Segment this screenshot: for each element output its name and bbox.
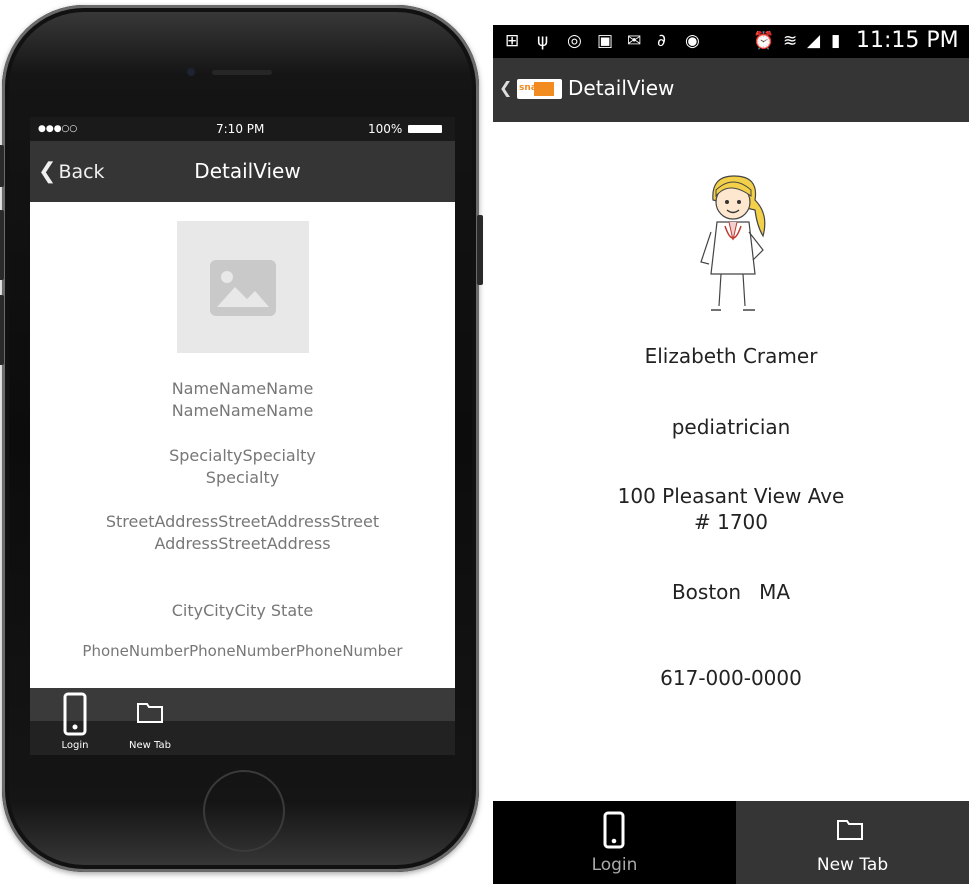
tab-login[interactable]: Login xyxy=(493,801,736,884)
doctor-name: Elizabeth Cramer xyxy=(644,344,818,368)
phone-icon xyxy=(603,811,625,849)
android-action-bar: ❮ snapp DetailView xyxy=(493,58,969,122)
doctor-phone: 617-000-0000 xyxy=(660,666,802,690)
city-state-text: CityCityCity State xyxy=(171,601,314,620)
tab-bar-stripe xyxy=(30,688,455,721)
ios-nav-bar: ❮ Back DetailView xyxy=(30,141,455,202)
logo-text: snapp xyxy=(519,83,550,93)
doctor-avatar xyxy=(700,175,766,311)
wifi-icon: ≋ xyxy=(783,31,798,51)
folder-icon xyxy=(137,703,163,723)
ios-screen: ●●●○○ 7:10 PM 100% ❮ Back DetailView Name… xyxy=(30,117,455,755)
tab-new-tab-label: New Tab xyxy=(816,855,889,875)
phone-icon xyxy=(63,692,87,736)
volume-down-button xyxy=(0,295,4,365)
sync-icon: ◉ xyxy=(685,31,700,51)
city-state-row: Boston MA xyxy=(493,579,969,605)
app-logo[interactable]: snapp xyxy=(517,79,562,99)
android-status-bar: ⊞ ψ ◎ ▣ ✉ ∂ ◉ ⏰ ≋ ◢ ▮ 11:15 PM xyxy=(493,25,969,58)
battery-percent: 100% xyxy=(368,122,403,136)
specialty-text: SpecialtySpecialty Specialty xyxy=(169,446,316,487)
tab-login-label: Login xyxy=(591,855,638,875)
name-text: NameNameName NameNameName xyxy=(171,379,314,420)
nav-title: DetailView xyxy=(194,159,301,183)
mute-switch xyxy=(0,145,4,187)
power-button xyxy=(477,215,483,285)
front-camera xyxy=(187,68,195,76)
signal-strength: ●●●○○ xyxy=(38,124,78,134)
battery-icon xyxy=(408,125,442,133)
usb-icon: ψ xyxy=(537,31,549,51)
action-bar-title: DetailView xyxy=(568,76,675,100)
state-text: MA xyxy=(759,580,791,604)
address-text: StreetAddressStreetAddressStreetAddressS… xyxy=(105,512,380,553)
message-icon: ✉ xyxy=(627,31,642,51)
image-placeholder xyxy=(177,221,309,353)
ios-tab-bar: Login New Tab xyxy=(30,688,455,755)
city-text: Boston xyxy=(671,580,742,604)
signal-icon: ◢ xyxy=(807,31,821,51)
android-screen: ⊞ ψ ◎ ▣ ✉ ∂ ◉ ⏰ ≋ ◢ ▮ 11:15 PM ❮ snapp D… xyxy=(493,25,969,884)
doctor-specialty: pediatrician xyxy=(671,415,791,439)
address-line-1: 100 Pleasant View Ave xyxy=(617,484,845,508)
image-icon xyxy=(210,260,276,316)
gallery-icon: ▣ xyxy=(597,31,614,51)
up-chevron-icon[interactable]: ❮ xyxy=(499,78,512,97)
earpiece-speaker xyxy=(212,70,272,75)
camera-icon: ◎ xyxy=(567,31,582,51)
address-line-2: # 1700 xyxy=(693,510,768,534)
status-time: 11:15 PM xyxy=(856,28,959,53)
tab-new-tab-label: New Tab xyxy=(129,740,171,751)
tab-new-tab[interactable]: New Tab xyxy=(736,801,969,884)
home-button[interactable] xyxy=(203,770,285,852)
phone-text: PhoneNumberPhoneNumberPhoneNumber xyxy=(82,642,403,660)
status-time: 7:10 PM xyxy=(216,122,265,136)
volume-up-button xyxy=(0,210,4,280)
tab-login-label: Login xyxy=(61,740,89,751)
battery-icon: ▮ xyxy=(831,31,841,51)
ios-status-bar: ●●●○○ 7:10 PM 100% xyxy=(30,117,455,141)
iphone-mockup: ●●●○○ 7:10 PM 100% ❮ Back DetailView Name… xyxy=(0,5,483,872)
tools-icon: ∂ xyxy=(657,31,666,51)
alarm-icon: ⏰ xyxy=(753,31,775,51)
android-tab-bar: Login New Tab xyxy=(493,801,969,884)
add-notification-icon: ⊞ xyxy=(505,31,520,51)
folder-icon xyxy=(837,820,863,840)
